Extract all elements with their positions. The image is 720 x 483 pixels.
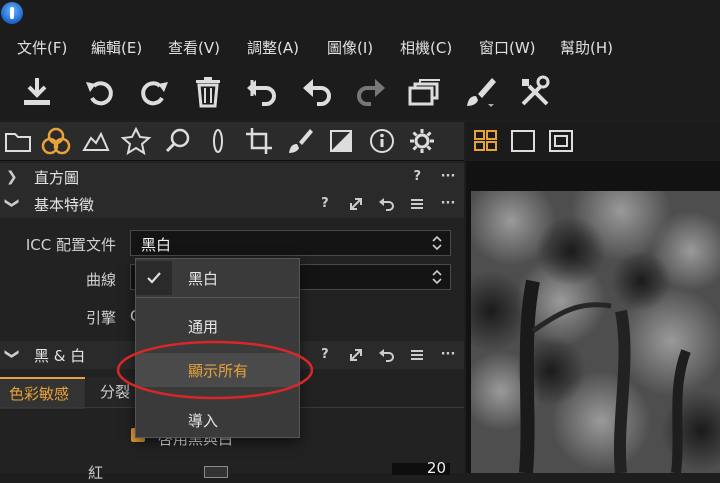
photo-preview[interactable] <box>451 161 720 474</box>
chevron-down-icon: ❯ <box>3 197 20 209</box>
magnifier-icon[interactable] <box>162 126 194 156</box>
reset-icon[interactable] <box>376 345 396 365</box>
help-icon[interactable]: ? <box>315 194 335 214</box>
viewer-toolbar <box>466 122 720 160</box>
undo-icon[interactable] <box>299 74 335 110</box>
menu-file[interactable]: 文件(F) <box>17 37 67 58</box>
help-icon[interactable]: ? <box>407 167 427 187</box>
single-view-icon[interactable] <box>509 128 537 154</box>
basic-section-header[interactable]: ❯ 基本特徵 ? ··· <box>0 190 464 218</box>
red-slider-value: 20 <box>426 459 446 477</box>
compare-view-icon[interactable] <box>547 128 575 154</box>
more-icon[interactable]: ··· <box>438 167 458 187</box>
more-icon[interactable]: ··· <box>438 194 458 214</box>
dropdown-item-generic-label: 通用 <box>188 318 219 336</box>
title-bar <box>0 0 720 30</box>
trash-icon[interactable] <box>190 74 226 110</box>
select-arrows-icon <box>432 235 442 251</box>
grid-view-icon[interactable] <box>472 128 500 154</box>
tab-color-sensitivity[interactable]: 色彩敏感 <box>0 377 85 409</box>
star-icon[interactable] <box>120 126 152 156</box>
gear-icon[interactable] <box>406 126 438 156</box>
icc-profile-label: ICC 配置文件 <box>25 236 116 254</box>
icc-profile-select[interactable]: 黑白 <box>130 230 451 256</box>
rotate-left-icon[interactable] <box>82 74 118 110</box>
menu-image[interactable]: 圖像(I) <box>327 37 373 58</box>
select-arrows-icon <box>432 269 442 285</box>
curve-label: 曲線 <box>85 271 116 289</box>
dropdown-item-import-label: 導入 <box>188 412 219 430</box>
menu-camera[interactable]: 相機(C) <box>400 37 452 58</box>
chevron-down-icon: ❯ <box>3 348 20 360</box>
info-icon[interactable] <box>366 126 398 156</box>
expand-icon[interactable] <box>346 345 366 365</box>
dropdown-divider <box>136 297 299 298</box>
folder-icon[interactable] <box>2 126 34 156</box>
rotate-right-icon[interactable] <box>136 74 172 110</box>
dropdown-item-bw-label: 黑白 <box>188 270 219 288</box>
lens-icon[interactable] <box>202 126 234 156</box>
red-slider-handle[interactable] <box>204 466 228 478</box>
histogram-title: 直方圖 <box>34 169 80 187</box>
icc-profile-value: 黑白 <box>141 236 172 254</box>
main-toolbar <box>0 62 720 120</box>
chevron-right-icon: ❯ <box>6 169 18 185</box>
basic-title: 基本特徵 <box>34 196 95 214</box>
menu-bar: 文件(F) 編輯(E) 查看(V) 調整(A) 圖像(I) 相機(C) 窗口(W… <box>0 30 720 62</box>
more-icon[interactable]: ··· <box>438 345 458 365</box>
redo-icon[interactable] <box>353 74 389 110</box>
bw-square-icon[interactable] <box>325 126 357 156</box>
color-circles-icon[interactable] <box>40 126 72 156</box>
menu-adjust[interactable]: 調整(A) <box>247 37 299 58</box>
menu-view[interactable]: 查看(V) <box>168 37 220 58</box>
highlight-ellipse <box>116 340 314 400</box>
crop-icon[interactable] <box>244 126 276 156</box>
list-icon[interactable] <box>407 345 427 365</box>
help-icon[interactable]: ? <box>315 345 335 365</box>
undo-all-icon[interactable] <box>244 74 280 110</box>
tool-tab-bar <box>0 122 464 161</box>
tab-color-sensitivity-label: 色彩敏感 <box>9 385 70 403</box>
histogram-section-header[interactable]: ❯ 直方圖 ? ··· <box>0 163 464 191</box>
app-logo-icon <box>1 2 23 24</box>
bw-title: 黑 & 白 <box>34 347 86 365</box>
menu-help[interactable]: 幫助(H) <box>560 37 613 58</box>
engine-label: 引擎 <box>85 309 116 327</box>
menu-window[interactable]: 窗口(W) <box>479 37 536 58</box>
dropdown-item-import[interactable]: 導入 <box>136 403 299 437</box>
exposure-icon[interactable] <box>80 126 112 156</box>
brush-icon[interactable] <box>284 126 316 156</box>
download-icon[interactable] <box>19 74 55 110</box>
dropdown-item-bw[interactable]: 黑白 <box>136 261 299 295</box>
dropdown-item-generic[interactable]: 通用 <box>136 309 299 343</box>
expand-icon[interactable] <box>346 194 366 214</box>
red-slider-field[interactable]: 20 <box>392 459 450 477</box>
tools-icon[interactable] <box>517 74 553 110</box>
stacked-windows-icon[interactable] <box>406 74 442 110</box>
check-icon <box>136 261 172 295</box>
brush-icon[interactable] <box>462 74 498 110</box>
list-icon[interactable] <box>407 194 427 214</box>
reset-icon[interactable] <box>376 194 396 214</box>
menu-edit[interactable]: 編輯(E) <box>91 37 142 58</box>
